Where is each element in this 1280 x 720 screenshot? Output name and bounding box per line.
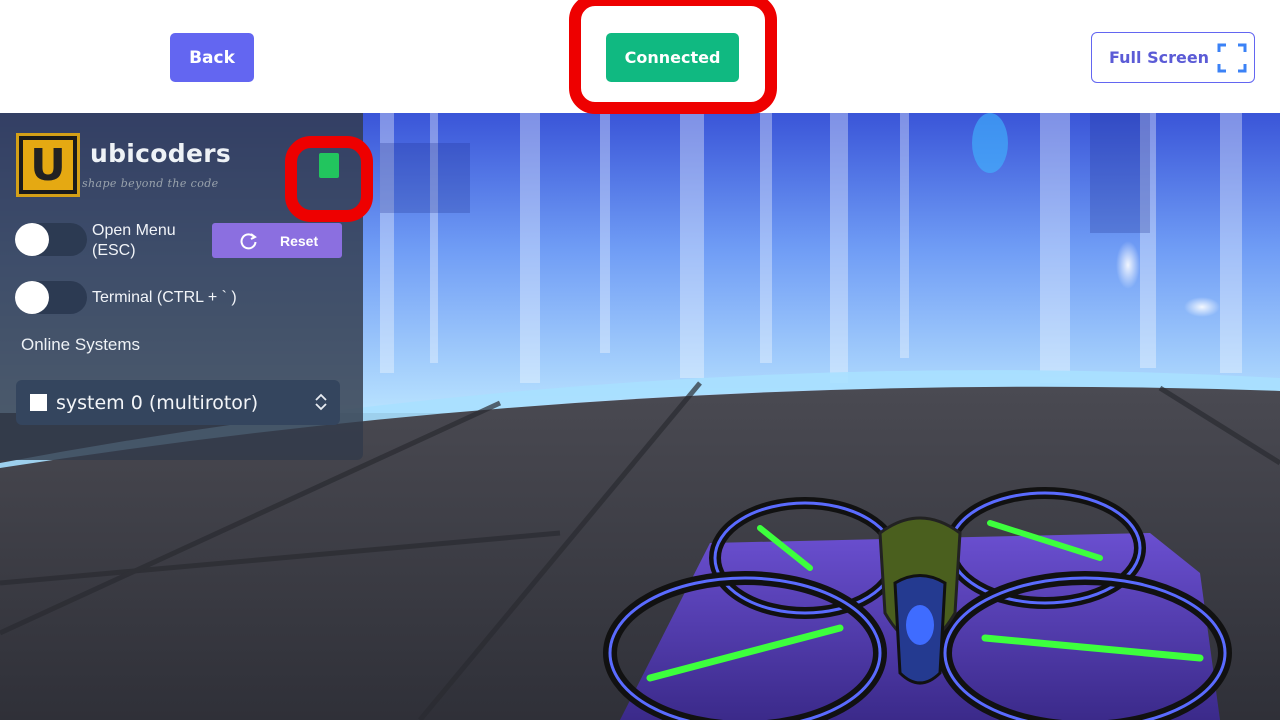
online-systems-heading: Online Systems — [21, 335, 141, 354]
open-menu-label: Open Menu (ESC) — [92, 222, 176, 259]
selected-system: system 0 (multirotor) — [56, 391, 259, 414]
control-panel: U ubicoders shape beyond the code Open M… — [0, 113, 373, 460]
fullscreen-button[interactable]: Full Screen — [1091, 32, 1255, 83]
fullscreen-label: Full Screen — [1109, 48, 1210, 67]
terminal-toggle[interactable] — [15, 281, 87, 314]
status-highlight — [285, 136, 373, 222]
ubicoders-logo: U — [16, 133, 80, 197]
system-checkbox[interactable] — [30, 394, 47, 411]
back-button[interactable]: Back — [170, 33, 254, 82]
system-select[interactable]: system 0 (multirotor) — [16, 380, 340, 425]
reset-label: Reset — [280, 232, 319, 249]
open-menu-toggle[interactable] — [15, 223, 87, 256]
fullscreen-corners-icon — [1217, 43, 1247, 72]
brand-name: ubicoders — [90, 139, 232, 168]
refresh-icon — [240, 232, 257, 249]
toggle-knob — [15, 281, 49, 314]
logo-letter: U — [23, 140, 73, 191]
terminal-label: Terminal (CTRL + ` ) — [92, 289, 237, 306]
top-bar: Back Connected Full Screen — [0, 0, 1280, 114]
connected-button[interactable]: Connected — [606, 33, 739, 82]
brand-tagline: shape beyond the code — [82, 177, 219, 190]
connection-status-indicator — [319, 153, 339, 178]
chevron-up-down-icon — [315, 393, 327, 411]
reset-button[interactable]: Reset — [212, 223, 342, 258]
toggle-knob — [15, 223, 49, 256]
